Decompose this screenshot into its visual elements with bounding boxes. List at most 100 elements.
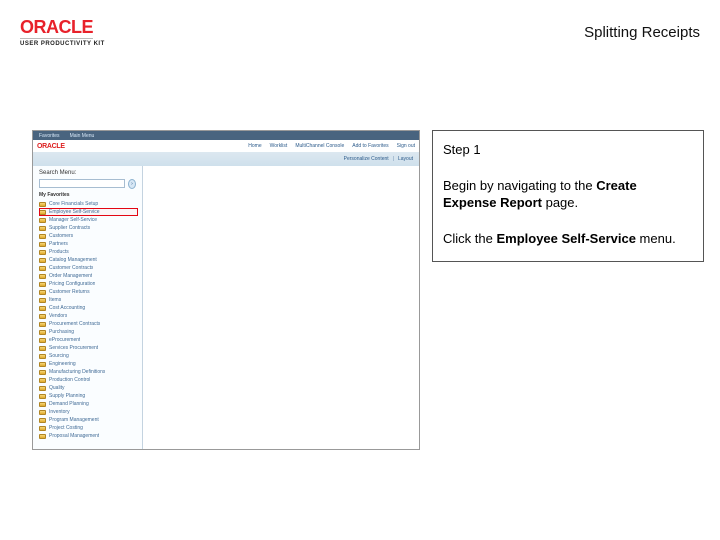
folder-icon [39, 378, 46, 383]
folder-icon [39, 362, 46, 367]
topbar-favorites[interactable]: Favorites [39, 133, 60, 139]
folder-icon [39, 250, 46, 255]
folder-icon [39, 418, 46, 423]
menu-item-label: Procurement Contracts [49, 321, 100, 327]
menu-item-label: Demand Planning [49, 401, 89, 407]
sidebar-item[interactable]: Engineering [39, 360, 138, 368]
folder-icon [39, 210, 46, 215]
menu-item-label: Purchasing [49, 329, 74, 335]
folder-icon [39, 290, 46, 295]
header: ORACLE USER PRODUCTIVITY KIT Splitting R… [20, 18, 700, 56]
page-title: Splitting Receipts [584, 24, 700, 41]
header-nav: Home Worklist MultiChannel Console Add t… [248, 143, 415, 149]
sidebar-item[interactable]: Proposal Management [39, 432, 138, 440]
menu-item-label: Manager Self-Service [49, 217, 97, 223]
sidebar-item[interactable]: Production Control [39, 376, 138, 384]
menu-list: Core Financials Setup Employee Self-Servi… [39, 200, 138, 440]
topbar-main-menu[interactable]: Main Menu [70, 133, 95, 139]
brand-subtitle: USER PRODUCTIVITY KIT [20, 41, 700, 47]
sidebar-item[interactable]: Vendors [39, 312, 138, 320]
menu-item-label: Vendors [49, 313, 67, 319]
folder-icon [39, 338, 46, 343]
separator: | [393, 156, 394, 162]
logo-row: ORACLE Home Worklist MultiChannel Consol… [33, 140, 419, 152]
menu-item-label: Proposal Management [49, 433, 99, 439]
sidebar-item[interactable]: Order Management [39, 272, 138, 280]
content-area [143, 166, 419, 449]
sidebar-item[interactable]: Quality [39, 384, 138, 392]
app-body: Search Menu: › My Favorites Core Financi… [33, 166, 419, 449]
text: Begin by navigating to the [443, 178, 596, 193]
folder-icon [39, 266, 46, 271]
sidebar-item[interactable]: Supplier Contracts [39, 224, 138, 232]
sidebar-item[interactable]: Catalog Management [39, 256, 138, 264]
menu-item-label: Pricing Configuration [49, 281, 95, 287]
menu-section: My Favorites [39, 191, 138, 199]
topbar: Favorites Main Menu [33, 131, 419, 140]
sidebar-item[interactable]: Customer Returns [39, 288, 138, 296]
sidebar-item[interactable]: Manager Self-Service [39, 216, 138, 224]
sidebar-item[interactable]: Manufacturing Definitions [39, 368, 138, 376]
folder-icon [39, 226, 46, 231]
menu-item-label: Quality [49, 385, 65, 391]
sidebar-item[interactable]: Cost Accounting [39, 304, 138, 312]
nav-home[interactable]: Home [248, 143, 261, 149]
folder-icon [39, 410, 46, 415]
menu-item-label: Items [49, 297, 61, 303]
instructions-panel: Step 1 Begin by navigating to the Create… [432, 130, 704, 262]
nav-signout[interactable]: Sign out [397, 143, 415, 149]
menu-item-label: Project Costing [49, 425, 83, 431]
sidebar-item[interactable]: Items [39, 296, 138, 304]
sidebar-item[interactable]: eProcurement [39, 336, 138, 344]
sidebar-item[interactable]: Partners [39, 240, 138, 248]
text: menu. [636, 231, 676, 246]
menu-item-label: Supplier Contracts [49, 225, 90, 231]
folder-icon [39, 394, 46, 399]
sidebar-item[interactable]: Supply Planning [39, 392, 138, 400]
sidebar-item[interactable]: Inventory [39, 408, 138, 416]
shade-bar: Personalize Content | Layout [33, 152, 419, 166]
nav-favorites[interactable]: Add to Favorites [352, 143, 388, 149]
sidebar-item[interactable]: Program Management [39, 416, 138, 424]
sidebar-item[interactable]: Sourcing [39, 352, 138, 360]
sidebar-item[interactable]: Procurement Contracts [39, 320, 138, 328]
search-go-icon[interactable]: › [128, 179, 136, 189]
sidebar-item[interactable]: Customer Contracts [39, 264, 138, 272]
folder-icon [39, 274, 46, 279]
menu-item-label: Manufacturing Definitions [49, 369, 105, 375]
menu-item-label: Production Control [49, 377, 90, 383]
nav-console[interactable]: MultiChannel Console [295, 143, 344, 149]
menu-item-label: Catalog Management [49, 257, 97, 263]
sidebar-item[interactable]: Purchasing [39, 328, 138, 336]
sidebar-item[interactable]: Core Financials Setup [39, 200, 138, 208]
search-input[interactable]: › [39, 179, 125, 188]
menu-item-label: Engineering [49, 361, 76, 367]
step-label: Step 1 [443, 141, 693, 159]
instruction-line-2: Click the Employee Self-Service menu. [443, 230, 693, 248]
sidebar-item-employee-self-service[interactable]: Employee Self-Service [39, 208, 138, 216]
menu-item-label: Services Procurement [49, 345, 98, 351]
sidebar-item[interactable]: Services Procurement [39, 344, 138, 352]
folder-icon [39, 354, 46, 359]
sidebar-item[interactable]: Pricing Configuration [39, 280, 138, 288]
folder-icon [39, 426, 46, 431]
menu-item-label: Core Financials Setup [49, 201, 98, 207]
sidebar-item[interactable]: Customers [39, 232, 138, 240]
folder-icon [39, 282, 46, 287]
menu-item-label: Customers [49, 233, 73, 239]
menu-item-label: Employee Self-Service [49, 209, 100, 215]
text: page. [542, 195, 578, 210]
left-nav: Search Menu: › My Favorites Core Financi… [33, 166, 143, 449]
sidebar-item[interactable]: Project Costing [39, 424, 138, 432]
folder-icon [39, 314, 46, 319]
personalize-link[interactable]: Personalize Content [344, 156, 389, 162]
layout-link[interactable]: Layout [398, 156, 413, 162]
folder-icon [39, 242, 46, 247]
folder-icon [39, 386, 46, 391]
menu-item-label: Products [49, 249, 69, 255]
sidebar-item[interactable]: Demand Planning [39, 400, 138, 408]
sidebar-item[interactable]: Products [39, 248, 138, 256]
app-screenshot: Favorites Main Menu ORACLE Home Worklist… [32, 130, 420, 450]
nav-worklist[interactable]: Worklist [270, 143, 288, 149]
app-logo: ORACLE [37, 143, 65, 150]
